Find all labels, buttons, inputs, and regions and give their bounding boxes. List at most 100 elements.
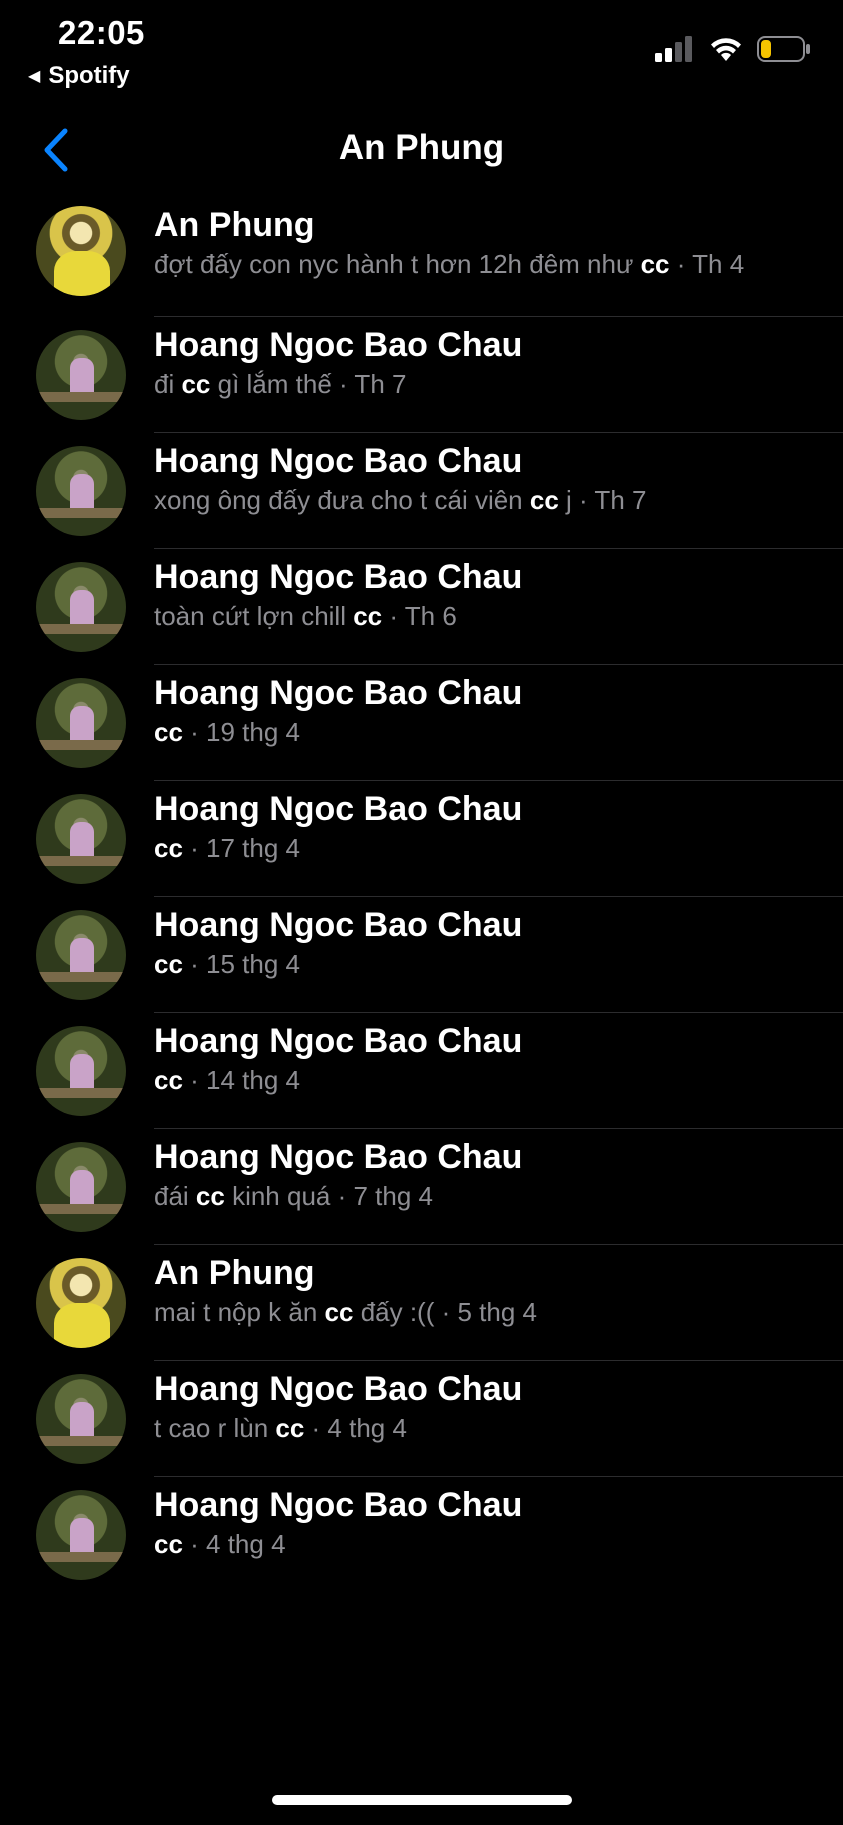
message-snippet: t cao r lùn cc · 4 thg 4 xyxy=(154,1411,807,1445)
search-result-row[interactable]: Hoang Ngoc Bao Chau cc · 19 thg 4 xyxy=(0,665,843,781)
avatar xyxy=(36,1258,126,1348)
avatar-column xyxy=(0,1477,154,1593)
avatar-column xyxy=(0,433,154,549)
message-snippet: cc · 14 thg 4 xyxy=(154,1063,807,1097)
search-result-row[interactable]: An Phung đợt đấy con nyc hành t hơn 12h đ… xyxy=(0,205,843,317)
status-time: 22:05 xyxy=(58,14,145,51)
contact-name: Hoang Ngoc Bao Chau xyxy=(154,326,523,364)
snippet-time: · Th 7 xyxy=(331,369,407,399)
avatar xyxy=(36,794,126,884)
search-result-row[interactable]: Hoang Ngoc Bao Chau cc · 14 thg 4 xyxy=(0,1013,843,1129)
snippet-text: mai t nộp k ăn xyxy=(154,1297,325,1327)
avatar xyxy=(36,330,126,420)
back-app-label: Spotify xyxy=(48,62,130,89)
snippet-highlight: cc xyxy=(275,1413,305,1443)
result-content: Hoang Ngoc Bao Chau toàn cứt lợn chill cc… xyxy=(154,549,843,665)
snippet-highlight: cc xyxy=(154,1065,183,1095)
avatar xyxy=(36,1490,126,1580)
result-content: Hoang Ngoc Bao Chau xong ông đấy đưa cho … xyxy=(154,433,843,549)
snippet-time: · 15 thg 4 xyxy=(182,949,300,979)
message-snippet: cc · 15 thg 4 xyxy=(154,947,807,981)
message-snippet: cc · 19 thg 4 xyxy=(154,715,807,749)
message-snippet: cc · 4 thg 4 xyxy=(154,1527,807,1561)
snippet-highlight: cc xyxy=(154,949,183,979)
back-to-app-link[interactable]: ◀ Spotify xyxy=(28,62,130,90)
avatar-column xyxy=(0,1129,154,1245)
snippet-highlight: cc xyxy=(154,717,183,747)
snippet-highlight: cc xyxy=(640,249,670,279)
result-content: Hoang Ngoc Bao Chau cc · 15 thg 4 xyxy=(154,897,843,1013)
search-result-row[interactable]: Hoang Ngoc Bao Chau cc · 15 thg 4 xyxy=(0,897,843,1013)
avatar-column xyxy=(0,205,154,317)
avatar-column xyxy=(0,781,154,897)
search-result-row[interactable]: Hoang Ngoc Bao Chau toàn cứt lợn chill cc… xyxy=(0,549,843,665)
snippet-time: · 4 thg 4 xyxy=(182,1529,286,1559)
contact-name: Hoang Ngoc Bao Chau xyxy=(154,558,523,596)
snippet-text: đi xyxy=(154,369,182,399)
message-snippet: xong ông đấy đưa cho t cái viên cc j · T… xyxy=(154,483,807,517)
snippet-time: · 19 thg 4 xyxy=(182,717,300,747)
snippet-highlight: cc xyxy=(181,369,211,399)
snippet-time: · Th 4 xyxy=(669,249,745,279)
search-result-row[interactable]: An Phung mai t nộp k ăn cc đấy :(( · 5 th… xyxy=(0,1245,843,1361)
contact-name: An Phung xyxy=(154,206,315,244)
snippet-time: · 17 thg 4 xyxy=(182,833,300,863)
snippet-highlight: cc xyxy=(195,1181,225,1211)
message-snippet: cc · 17 thg 4 xyxy=(154,831,807,865)
message-snippet: đái cc kinh quá · 7 thg 4 xyxy=(154,1179,807,1213)
snippet-highlight: cc xyxy=(154,1529,183,1559)
result-content: An Phung mai t nộp k ăn cc đấy :(( · 5 th… xyxy=(154,1245,843,1361)
status-bar: 22:05 ◀ Spotify xyxy=(0,0,843,100)
snippet-text: toàn cứt lợn chill xyxy=(154,601,354,631)
snippet-text: đái xyxy=(154,1181,196,1211)
avatar-column xyxy=(0,665,154,781)
search-result-row[interactable]: Hoang Ngoc Bao Chau t cao r lùn cc · 4 th… xyxy=(0,1361,843,1477)
message-snippet: đợt đấy con nyc hành t hơn 12h đêm như c… xyxy=(154,247,807,281)
snippet-time: · Th 7 xyxy=(571,485,647,515)
snippet-time: · 5 thg 4 xyxy=(434,1297,538,1327)
search-result-row[interactable]: Hoang Ngoc Bao Chau cc · 17 thg 4 xyxy=(0,781,843,897)
snippet-text-after: gì lắm thế xyxy=(210,369,332,399)
wifi-icon xyxy=(711,38,741,61)
avatar xyxy=(36,1026,126,1116)
avatar-column xyxy=(0,1361,154,1477)
avatar-column xyxy=(0,317,154,433)
avatar-column xyxy=(0,1245,154,1361)
snippet-highlight: cc xyxy=(529,485,559,515)
result-content: Hoang Ngoc Bao Chau đi cc gì lắm thế · Th… xyxy=(154,317,843,433)
avatar-column xyxy=(0,897,154,1013)
contact-name: Hoang Ngoc Bao Chau xyxy=(154,442,523,480)
snippet-text-after: kinh quá xyxy=(224,1181,331,1211)
avatar-column xyxy=(0,1013,154,1129)
avatar xyxy=(36,910,126,1000)
snippet-highlight: cc xyxy=(353,601,383,631)
search-result-row[interactable]: Hoang Ngoc Bao Chau cc · 4 thg 4 xyxy=(0,1477,843,1593)
snippet-time: · 4 thg 4 xyxy=(304,1413,407,1443)
snippet-text-after: j xyxy=(558,485,572,515)
search-result-row[interactable]: Hoang Ngoc Bao Chau đái cc kinh quá · 7 t… xyxy=(0,1129,843,1245)
message-snippet: mai t nộp k ăn cc đấy :(( · 5 thg 4 xyxy=(154,1295,807,1329)
page-title: An Phung xyxy=(338,128,505,167)
result-content: Hoang Ngoc Bao Chau cc · 19 thg 4 xyxy=(154,665,843,781)
contact-name: Hoang Ngoc Bao Chau xyxy=(154,1486,523,1524)
snippet-time: · 7 thg 4 xyxy=(330,1181,433,1211)
search-result-row[interactable]: Hoang Ngoc Bao Chau xong ông đấy đưa cho … xyxy=(0,433,843,549)
cellular-signal-icon xyxy=(655,36,692,62)
result-content: Hoang Ngoc Bao Chau cc · 14 thg 4 xyxy=(154,1013,843,1129)
avatar xyxy=(36,1142,126,1232)
contact-name: Hoang Ngoc Bao Chau xyxy=(154,790,523,828)
result-content: Hoang Ngoc Bao Chau cc · 4 thg 4 xyxy=(154,1477,843,1593)
contact-name: Hoang Ngoc Bao Chau xyxy=(154,1022,523,1060)
back-triangle-icon: ◀ xyxy=(28,68,41,85)
avatar xyxy=(36,1374,126,1464)
search-result-row[interactable]: Hoang Ngoc Bao Chau đi cc gì lắm thế · Th… xyxy=(0,317,843,433)
avatar xyxy=(36,206,126,296)
snippet-highlight: cc xyxy=(154,833,183,863)
contact-name: Hoang Ngoc Bao Chau xyxy=(154,1370,523,1408)
message-snippet: đi cc gì lắm thế · Th 7 xyxy=(154,367,807,401)
search-results-list: An Phung đợt đấy con nyc hành t hơn 12h đ… xyxy=(0,205,843,1593)
home-indicator[interactable] xyxy=(272,1795,572,1805)
nav-bar: An Phung xyxy=(0,110,843,190)
snippet-time: · Th 6 xyxy=(382,601,457,631)
avatar-column xyxy=(0,549,154,665)
